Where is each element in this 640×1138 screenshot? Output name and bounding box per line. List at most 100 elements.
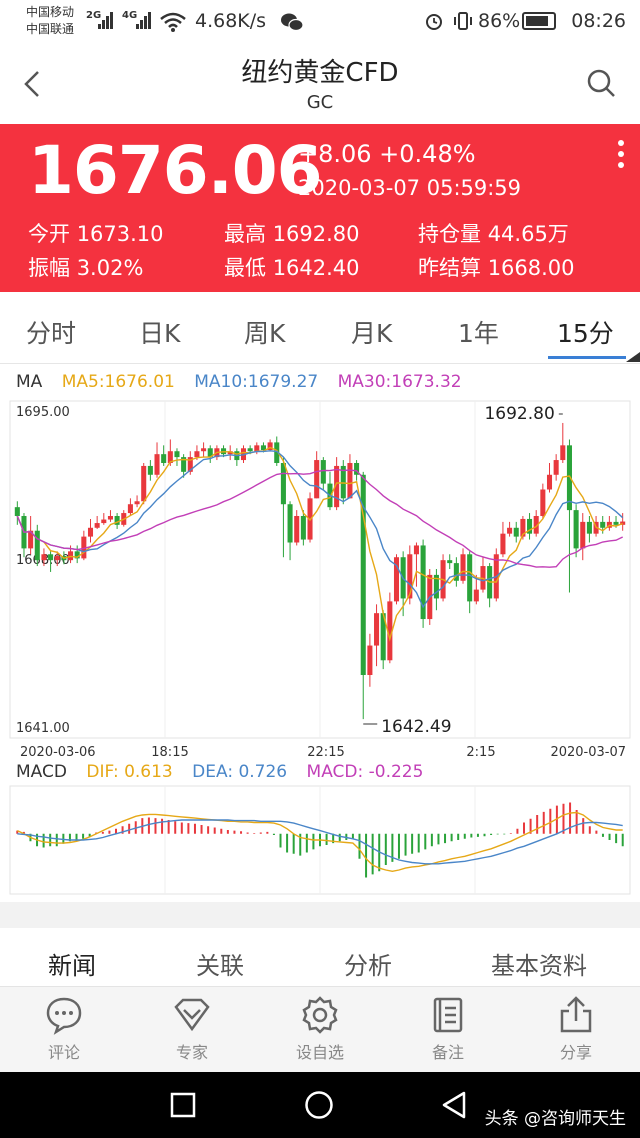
candle-body [280,463,286,505]
candle-body [141,465,147,502]
candle-body [513,527,519,537]
candle-body [367,645,373,675]
candle-body [41,554,47,561]
price-change: +8.06 +0.48% [298,140,476,168]
tab-1year[interactable]: 1年 [458,314,499,350]
candle-body [161,454,167,463]
candle-body [374,613,380,646]
candle-body [48,554,54,561]
signal-icon [98,11,116,29]
low-annotation: 1642.49 [381,717,451,737]
stat-label: 振幅 [28,256,70,280]
battery-percent: 86% [478,10,521,32]
candle-body [546,474,553,490]
comment-button[interactable]: 评论 [24,995,104,1063]
chart-canvas: 1695.001668.001641.001692.801642.492020-… [9,400,631,895]
action-bar: 评论 专家 设自选 备注 分享 [0,986,640,1072]
candle-body [560,445,566,461]
kline-chart[interactable]: MA MA5:1676.01 MA10:1679.27 MA30:1673.32… [0,366,640,902]
candle-body [413,545,419,555]
tab-daily[interactable]: 日K [139,314,180,350]
candle-body [54,556,60,561]
candle-body [507,527,513,534]
candle-body [300,516,306,540]
stat-label: 昨结算 [418,256,481,280]
wechat-icon [281,13,304,32]
stat-high: 最高 1692.80 [224,218,360,248]
y-tick-label: 1695.00 [16,405,70,420]
stat-prev-settle: 昨结算 1668.00 [418,252,575,282]
stat-open-interest: 持仓量 44.65万 [418,218,569,248]
candle-body [294,516,300,543]
candle-body [347,463,353,499]
carrier-names: 中国移动 中国联通 [26,4,74,38]
candle-body [447,560,453,564]
candle-body [154,454,160,475]
tab-related[interactable]: 关联 [196,946,244,981]
note-label: 备注 [431,1043,464,1062]
recents-icon[interactable] [170,1092,196,1118]
note-button[interactable]: 备注 [408,995,488,1063]
stat-value: 44.65万 [487,222,569,246]
candle-body [194,451,200,458]
x-tick-label: 18:15 [151,745,188,760]
y-tick-label: 1641.00 [16,721,70,736]
title-bar: 纽约黄金CFD GC [0,44,640,124]
search-icon[interactable] [584,66,618,100]
tab-news[interactable]: 新闻 [48,946,96,981]
candle-body [254,445,260,452]
quote-header: 1676.06 +8.06 +0.48% 2020-03-07 05:59:59… [0,124,640,292]
period-tabs: 分时 日K 周K 月K 1年 15分 [0,292,640,364]
system-navigation-bar: 头条 @咨询师天生 [0,1072,640,1138]
tab-15min[interactable]: 15分 [557,314,614,350]
stat-value: 1668.00 [487,256,575,280]
tab-analysis[interactable]: 分析 [344,946,392,981]
network-type-2: 4G [122,10,138,21]
candle-body [134,501,140,505]
tab-weekly[interactable]: 周K [244,314,285,350]
carrier-1: 中国移动 [26,5,75,19]
candle-body [87,527,94,537]
add-watchlist-button[interactable]: 设自选 [280,995,360,1063]
alarm-icon [426,14,442,30]
candle-body [247,448,253,452]
high-annotation: 1692.80 [484,404,554,424]
stat-label: 最低 [224,256,266,280]
candle-body [94,523,100,528]
candle-body [107,516,113,520]
stat-open: 今开 1673.10 [28,218,164,248]
x-tick-label: 22:15 [307,745,344,760]
home-icon[interactable] [304,1090,334,1120]
share-button[interactable]: 分享 [536,995,616,1063]
active-tab-indicator [548,356,626,359]
x-tick-label: 2:15 [466,745,495,760]
last-price: 1676.06 [28,132,323,209]
candle-body [201,448,207,452]
more-icon[interactable] [618,140,626,176]
expert-label: 专家 [175,1043,208,1062]
tab-arrow-icon [626,352,640,362]
tab-basic-info[interactable]: 基本资料 [491,946,587,981]
candle-body [613,521,619,525]
comment-icon [46,997,82,1035]
gear-icon [302,996,338,1034]
signal-icon [136,11,154,29]
candle-body [600,521,606,528]
x-tick-label: 2020-03-07 [550,745,626,760]
stat-value: 3.02% [76,256,144,280]
candle-body [34,530,40,561]
section-divider [0,902,640,928]
stat-label: 最高 [224,222,266,246]
candle-body [540,489,546,516]
stat-label: 持仓量 [418,222,481,246]
candle-body [127,504,133,514]
tab-monthly[interactable]: 月K [351,314,392,350]
candle-body [467,554,473,602]
back-nav-icon[interactable] [440,1090,468,1120]
expert-button[interactable]: 专家 [152,995,232,1063]
share-label: 分享 [559,1043,592,1062]
candle-body [147,465,153,475]
tab-intraday[interactable]: 分时 [26,314,76,350]
wifi-icon [160,12,186,32]
stat-low: 最低 1642.40 [224,252,360,282]
